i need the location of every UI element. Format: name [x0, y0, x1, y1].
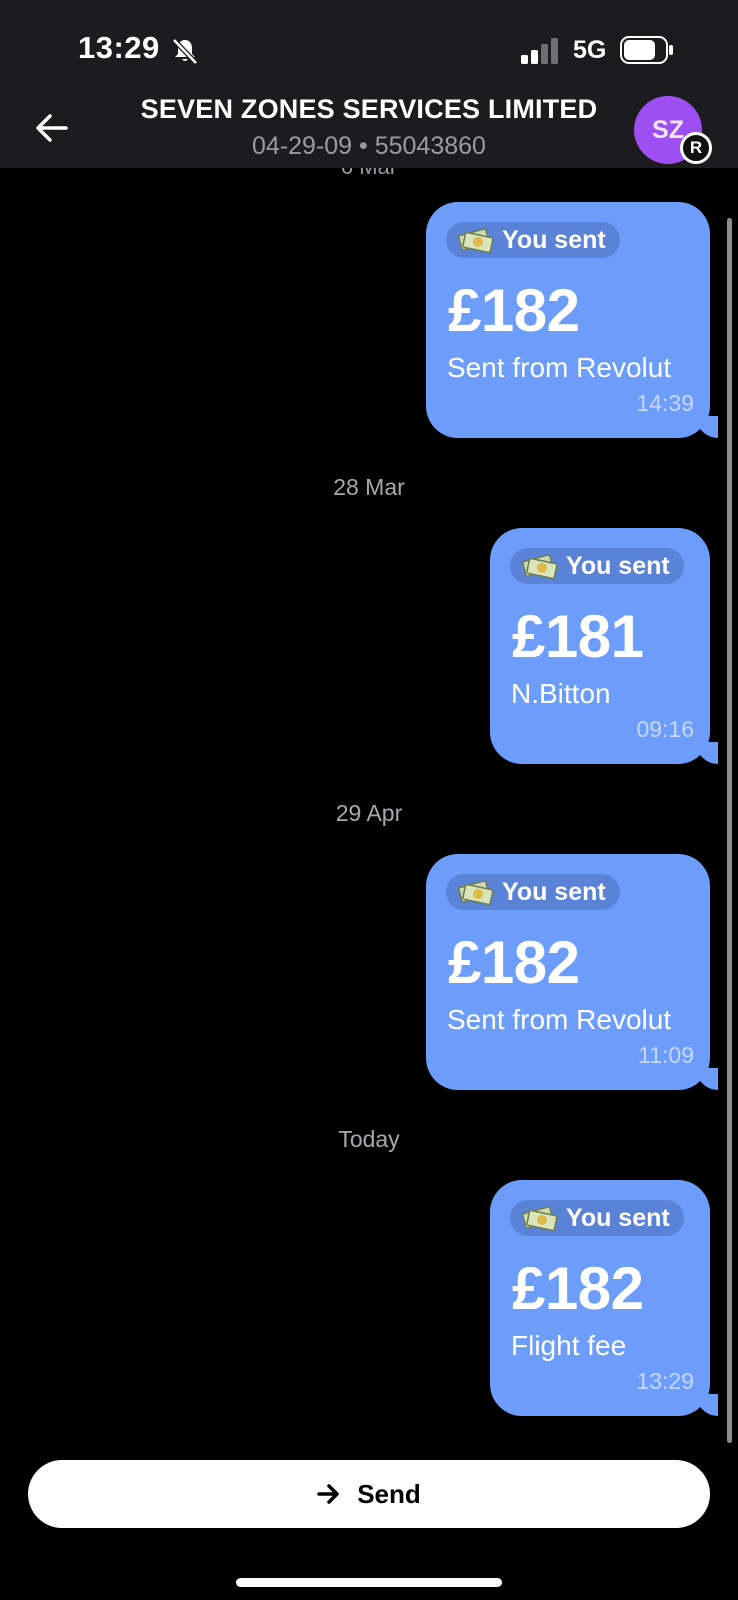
money-icon	[458, 880, 494, 906]
money-icon	[522, 1206, 558, 1232]
sent-label: You sent	[502, 877, 606, 906]
home-indicator[interactable]	[236, 1578, 502, 1587]
payment-message[interactable]: You sent £181 N.Bitton 09:16	[490, 528, 718, 764]
bell-slash-icon	[172, 38, 198, 65]
sent-pill: You sent	[446, 222, 620, 258]
network-label: 5G	[573, 36, 607, 64]
message-time: 13:29	[636, 1368, 694, 1394]
payment-message[interactable]: You sent £182 Sent from Revolut 11:09	[426, 854, 718, 1090]
payment-message[interactable]: You sent £182 Sent from Revolut 14:39	[426, 202, 718, 438]
date-separator: 29 Apr	[335, 800, 403, 826]
payment-note: Sent from Revolut	[447, 1004, 672, 1035]
payment-note: Sent from Revolut	[447, 352, 672, 383]
amount: £182	[448, 277, 580, 344]
amount: £182	[448, 929, 580, 996]
date-separator: Today	[338, 1126, 400, 1152]
arrow-left-icon	[36, 114, 68, 142]
account-details: 04-29-09 • 55043860	[252, 132, 486, 160]
back-button[interactable]	[28, 104, 76, 152]
sent-label: You sent	[566, 551, 670, 580]
chat-screen: 13:29 5G SEVEN ZONES SERVICES LIMITED 04…	[0, 0, 738, 1600]
amount: £181	[512, 603, 644, 670]
payment-note: N.Bitton	[511, 678, 611, 709]
chat-header: SEVEN ZONES SERVICES LIMITED 04-29-09 • …	[0, 90, 738, 168]
status-bar: 13:29 5G	[0, 0, 738, 90]
message-list[interactable]: 6 Mar You sent £182 Sent from Revolut 14…	[0, 168, 738, 1430]
message-time: 14:39	[636, 390, 694, 416]
money-icon	[522, 554, 558, 580]
date-separator: 6 Mar	[0, 168, 738, 180]
revolut-badge: R	[680, 132, 712, 164]
recipient-name: SEVEN ZONES SERVICES LIMITED	[140, 94, 598, 124]
money-icon	[458, 228, 494, 254]
send-button[interactable]: Send	[28, 1460, 710, 1528]
amount: £182	[512, 1255, 644, 1322]
sent-label: You sent	[566, 1203, 670, 1232]
send-label: Send	[357, 1478, 421, 1509]
sent-pill: You sent	[510, 548, 684, 584]
sent-pill: You sent	[446, 874, 620, 910]
message-time: 09:16	[636, 716, 694, 742]
sent-pill: You sent	[510, 1200, 684, 1236]
message-time: 11:09	[638, 1042, 694, 1068]
date-separator: 28 Mar	[333, 474, 405, 500]
payment-message[interactable]: You sent £182 Flight fee 13:29	[490, 1180, 718, 1416]
sent-label: You sent	[502, 225, 606, 254]
payment-note: Flight fee	[511, 1330, 627, 1361]
scrollbar[interactable]	[727, 218, 732, 1443]
arrow-right-icon	[317, 1484, 339, 1504]
status-time: 13:29	[78, 30, 160, 65]
signal-icon	[521, 38, 558, 64]
battery-icon	[620, 36, 673, 64]
